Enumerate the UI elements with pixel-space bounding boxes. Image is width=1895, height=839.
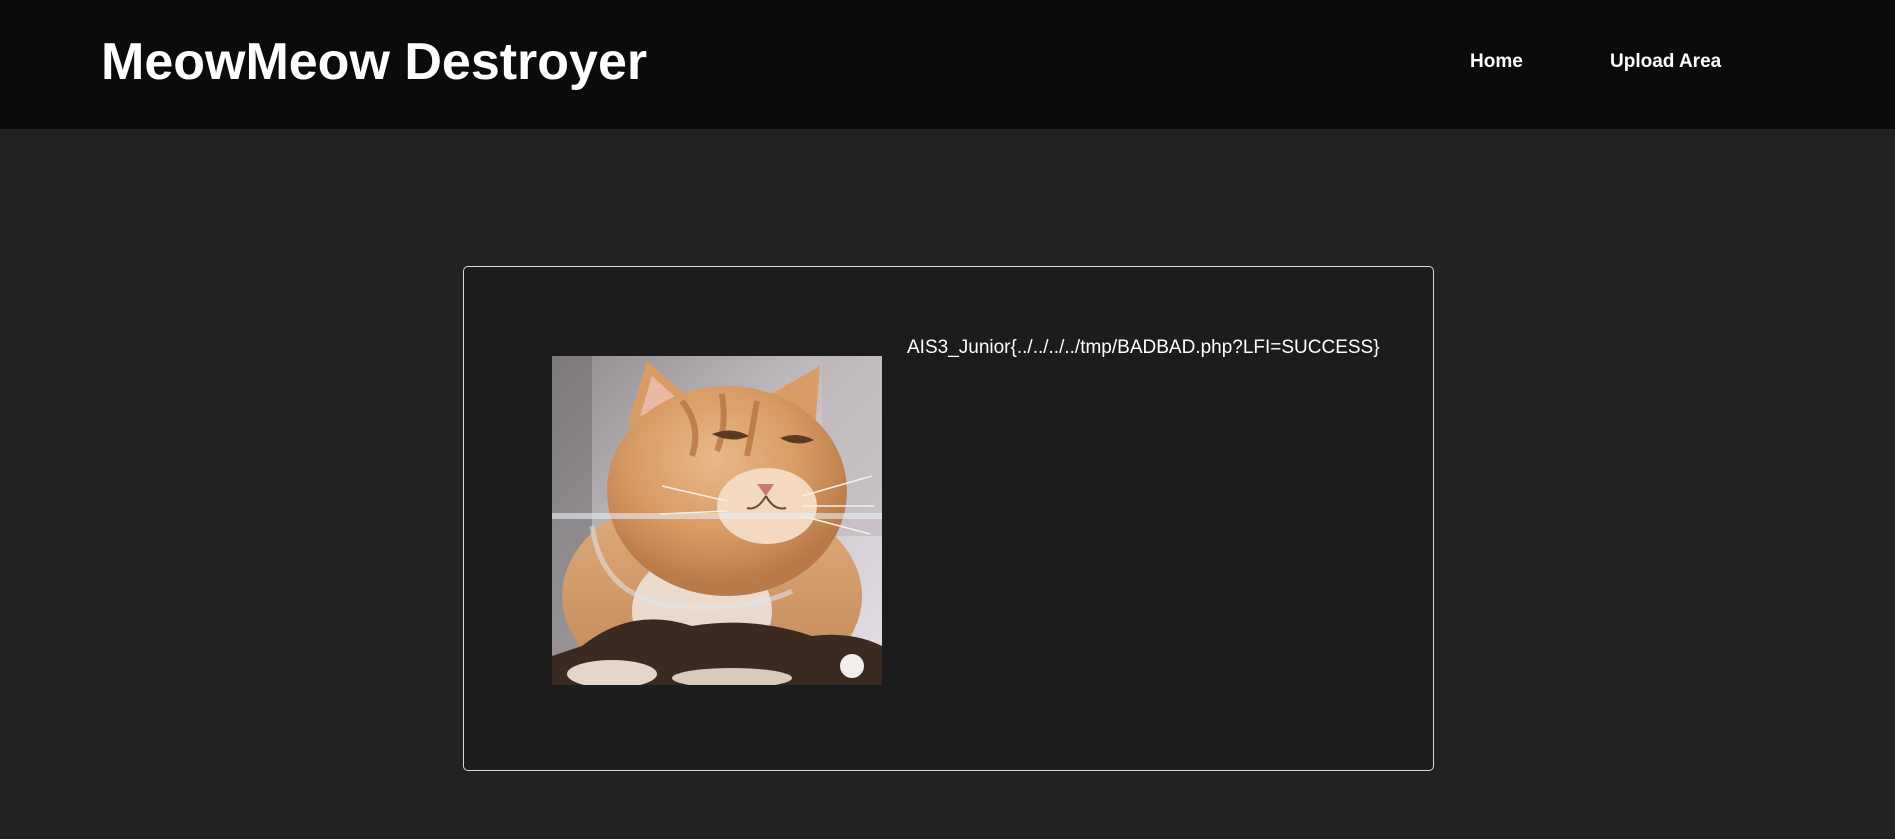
site-title: MeowMeow Destroyer xyxy=(101,33,648,91)
site-header: MeowMeow Destroyer Home Upload Area xyxy=(0,0,1895,129)
nav-link-home[interactable]: Home xyxy=(1470,48,1523,76)
cat-image xyxy=(552,356,882,685)
content-card: AIS3_Junior{../../../../tmp/BADBAD.php?L… xyxy=(463,266,1434,771)
nav-link-upload-area[interactable]: Upload Area xyxy=(1610,48,1721,76)
flag-result-text: AIS3_Junior{../../../../tmp/BADBAD.php?L… xyxy=(907,337,1380,358)
